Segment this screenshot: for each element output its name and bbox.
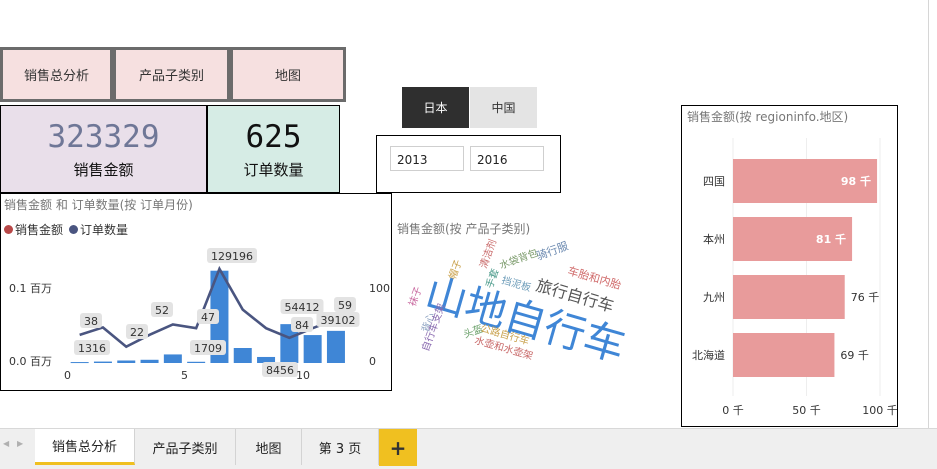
sales-bar: [326, 330, 345, 363]
sales-bar: [303, 335, 322, 363]
data-label: 38: [84, 315, 98, 328]
region-value-label: 76 千: [851, 291, 880, 304]
region-value-label: 69 千: [840, 349, 869, 362]
data-label: 129196: [211, 250, 253, 263]
nav-button-sales-overview[interactable]: 销售总分析: [0, 47, 113, 102]
data-label: 1709: [194, 342, 222, 355]
x-tick-10: 10: [296, 369, 310, 382]
word-cleaners: 清洁剂: [477, 237, 499, 270]
data-label: 8456: [266, 364, 294, 377]
add-page-button[interactable]: +: [379, 429, 417, 466]
sales-bar: [140, 359, 159, 363]
kpi-card-sales: 323329 销售金额: [0, 105, 207, 193]
year-to-input[interactable]: 2016: [470, 146, 544, 171]
data-label: 39102: [321, 314, 356, 327]
sales-bar: [70, 362, 89, 364]
kpi-sales-label: 销售金额: [73, 160, 134, 179]
region-category-label: 北海道: [692, 348, 725, 362]
word-hydration-packs: 水袋背包: [498, 246, 540, 272]
wordcloud-title: 销售金额(按 产品子类别): [397, 222, 531, 236]
region-value-label: 81 千: [816, 232, 846, 246]
word-jerseys: 骑行服: [535, 239, 570, 263]
sales-bar: [163, 354, 182, 363]
y-right-tick-bottom: 0: [369, 355, 376, 368]
data-label: 22: [130, 326, 144, 339]
region-x-tick: 50 千: [792, 404, 821, 417]
scroll-right-icon[interactable]: ▶: [17, 439, 23, 448]
combo-chart-title: 销售金额 和 订单数量(按 订单月份): [4, 198, 193, 212]
y-right-tick-top: 100: [369, 282, 390, 295]
page-tab-map[interactable]: 地图: [236, 429, 302, 465]
y-left-tick-bottom: 0.0 百万: [9, 355, 52, 368]
region-bar: [733, 275, 845, 319]
data-label: 59: [338, 299, 352, 312]
x-tick-5: 5: [181, 369, 188, 382]
wordcloud-svg: 山地自行车 旅行自行车 车胎和内胎 骑行服 水袋背包 挡泥板 手套 清洁剂 帽子…: [406, 237, 631, 366]
data-label: 84: [295, 319, 309, 332]
kpi-orders-value: 625: [245, 118, 302, 155]
kpi-orders-label: 订单数量: [243, 160, 304, 179]
canvas-edge-line: [928, 0, 929, 428]
legend-label-sales: 销售金额: [15, 223, 64, 237]
kpi-card-orders: 625 订单数量: [207, 105, 340, 193]
kpi-sales-value: 323329: [47, 118, 160, 155]
year-from-input[interactable]: 2013: [390, 146, 464, 171]
combo-chart-svg: 1316 38 22 52 1709 47 129196 8456 54412 84 59 39102…: [9, 248, 390, 382]
region-category-label: 九州: [703, 291, 725, 304]
region-chart-svg: 0 千 50 千 100 千 四国 98 千本州 81 千九州 76 千北海道 69 千: [692, 138, 897, 417]
region-x-tick: 0 千: [722, 404, 744, 417]
data-label: 54412: [285, 301, 320, 314]
region-value-label: 98 千: [841, 174, 871, 188]
nav-button-product-subcategory[interactable]: 产品子类别: [113, 47, 230, 102]
region-category-label: 本州: [703, 232, 725, 246]
data-label: 1316: [78, 342, 106, 355]
y-left-tick-top: 0.1 百万: [9, 282, 52, 295]
region-chart-title: 销售金额(按 regioninfo.地区): [687, 110, 849, 124]
page-tab-sales-overview[interactable]: 销售总分析: [35, 429, 135, 465]
sales-bar: [233, 348, 252, 363]
scroll-left-icon[interactable]: ◀: [3, 439, 9, 448]
legend-dot-orders: [69, 225, 79, 234]
tab-china[interactable]: 中国: [470, 87, 537, 128]
sales-bar: [93, 361, 112, 363]
tab-japan[interactable]: 日本: [402, 87, 469, 128]
combo-chart-legend: 销售金额 订单数量: [4, 221, 128, 238]
sales-bar: [117, 360, 136, 363]
legend-label-orders: 订单数量: [80, 223, 129, 237]
nav-button-map[interactable]: 地图: [230, 47, 346, 102]
x-tick-0: 0: [64, 369, 71, 382]
page-tab-product-subcategory[interactable]: 产品子类别: [135, 429, 236, 465]
data-label: 52: [155, 304, 169, 317]
word-socks: 袜子: [406, 285, 425, 308]
region-category-label: 四国: [703, 175, 725, 188]
page-tab-page-3[interactable]: 第 3 页: [302, 429, 379, 465]
region-bar: [733, 333, 835, 377]
data-label: 47: [201, 311, 215, 324]
sales-bar: [187, 361, 206, 363]
legend-dot-sales: [4, 225, 13, 234]
region-x-tick: 100 千: [862, 404, 897, 417]
